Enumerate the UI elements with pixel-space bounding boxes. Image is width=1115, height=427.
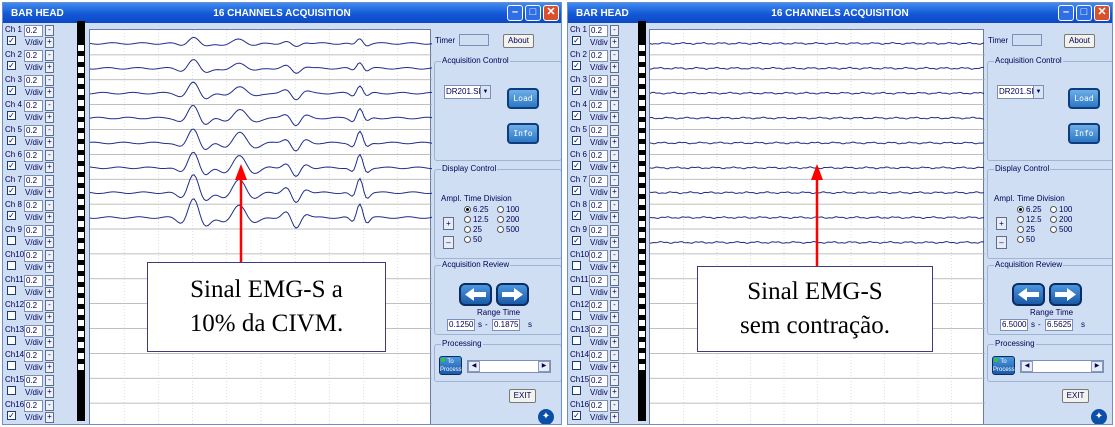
annotation-arrows — [235, 164, 823, 266]
annotation-arrow-head — [235, 164, 247, 180]
annotation-arrow-head — [811, 164, 823, 180]
